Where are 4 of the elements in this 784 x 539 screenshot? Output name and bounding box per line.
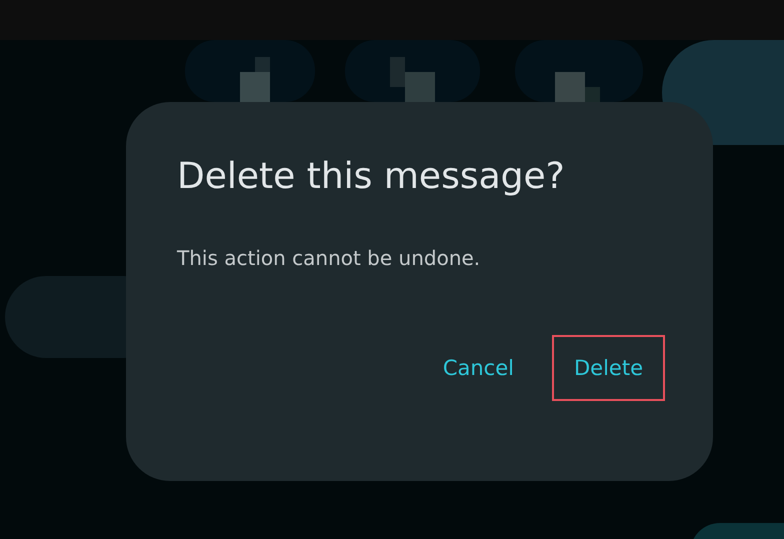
dialog-button[interactable]: Delete bbox=[554, 336, 663, 400]
dialog-button[interactable]: Cancel bbox=[422, 336, 534, 400]
dialog-title: Delete this message? bbox=[177, 155, 566, 199]
dialog-message: This action cannot be undone. bbox=[177, 245, 482, 272]
